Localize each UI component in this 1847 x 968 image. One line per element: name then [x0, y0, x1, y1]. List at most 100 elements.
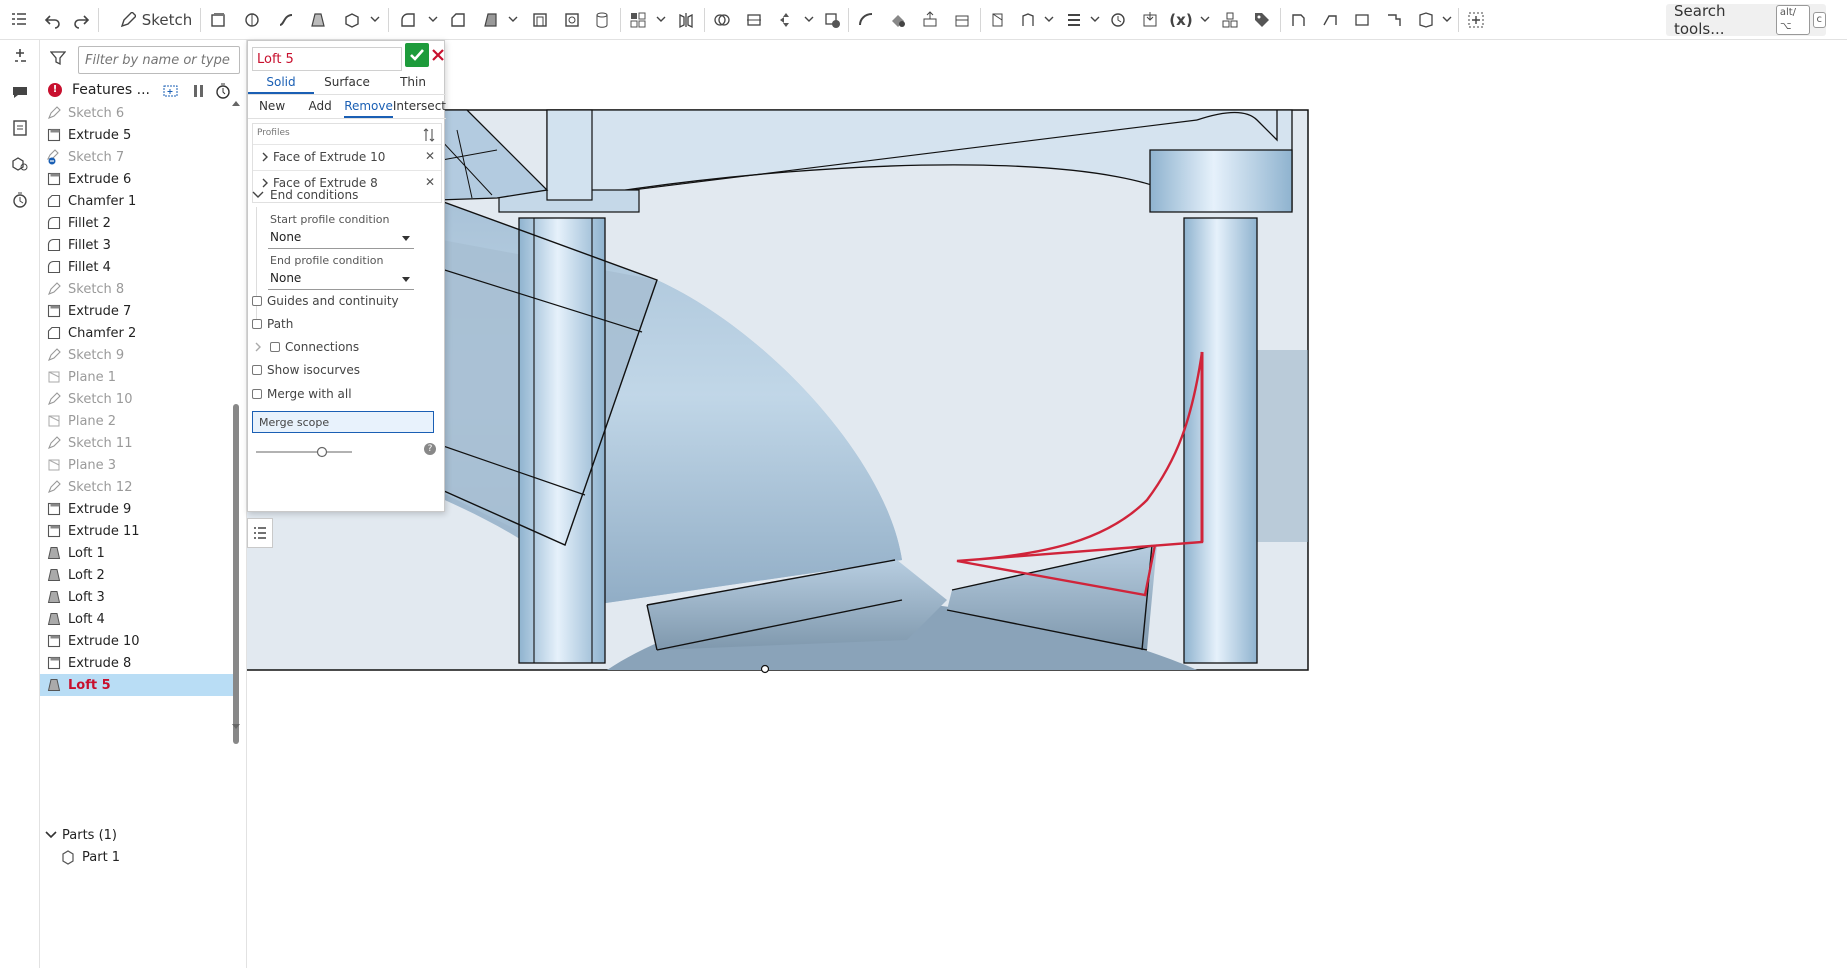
sheet-metal-icon[interactable] [1286, 6, 1310, 34]
thicken-icon[interactable] [340, 6, 364, 34]
chevron-down-icon[interactable] [1044, 14, 1054, 24]
reorder-icon[interactable] [423, 128, 435, 142]
feature-item[interactable]: Extrude 11 [40, 520, 236, 542]
stopwatch-icon[interactable] [214, 82, 232, 100]
feature-item[interactable]: Loft 4 [40, 608, 236, 630]
feature-item[interactable]: Fillet 3 [40, 234, 236, 256]
chevron-down-icon[interactable] [44, 828, 58, 842]
feature-item[interactable]: Plane 3 [40, 454, 236, 476]
redo-icon[interactable] [68, 6, 94, 34]
revolve-icon[interactable] [240, 6, 264, 34]
split-icon[interactable] [742, 6, 766, 34]
notes-icon[interactable] [8, 116, 32, 140]
feature-item[interactable]: Chamfer 1 [40, 190, 236, 212]
feature-item[interactable]: Sketch 10 [40, 388, 236, 410]
loft-icon[interactable] [306, 6, 330, 34]
feature-list-toggle-icon[interactable] [2, 6, 36, 34]
feature-list-side-tab[interactable] [247, 518, 273, 548]
slider[interactable] [256, 446, 352, 458]
chevron-down-icon[interactable] [804, 14, 814, 24]
graphics-viewport[interactable] [222, 40, 1847, 968]
end-conditions-toggle[interactable]: End conditions [252, 185, 358, 205]
tab-surface[interactable]: Surface [314, 71, 380, 94]
features-label[interactable]: Features ... [72, 82, 150, 98]
chevron-down-icon[interactable] [428, 14, 438, 24]
modify-fillet-icon[interactable] [854, 6, 878, 34]
feature-item[interactable]: Fillet 2 [40, 212, 236, 234]
chevron-down-icon[interactable] [656, 14, 666, 24]
move-face-icon[interactable] [918, 6, 942, 34]
chevron-right-icon[interactable] [254, 342, 262, 352]
feature-item[interactable]: Sketch 7 [40, 146, 236, 168]
guides-checkbox-row[interactable]: Guides and continuity [252, 291, 399, 311]
guides-checkbox[interactable] [252, 296, 262, 306]
feature-item[interactable]: Sketch 8 [40, 278, 236, 300]
mate-connector-icon[interactable] [1016, 6, 1040, 34]
chevron-right-icon[interactable] [261, 152, 269, 162]
feature-item[interactable]: Extrude 6 [40, 168, 236, 190]
draft-icon[interactable] [478, 6, 502, 34]
feature-item[interactable]: Plane 1 [40, 366, 236, 388]
sketch-button[interactable]: Sketch [118, 6, 194, 34]
fillet-icon[interactable] [396, 6, 420, 34]
transform-icon[interactable] [774, 6, 798, 34]
flat-view-icon[interactable] [1414, 6, 1438, 34]
filter-input[interactable] [78, 46, 240, 74]
remove-profile-icon[interactable]: ✕ [425, 149, 435, 163]
hole-icon[interactable] [560, 6, 584, 34]
boolean-icon[interactable] [710, 6, 734, 34]
add-custom-feature-icon[interactable] [1464, 6, 1488, 34]
delete-face-icon[interactable] [886, 6, 910, 34]
feature-item[interactable]: Sketch 11 [40, 432, 236, 454]
feature-item[interactable]: Fillet 4 [40, 256, 236, 278]
merge-all-checkbox[interactable] [252, 389, 262, 399]
feature-item[interactable]: Extrude 10 [40, 630, 236, 652]
warning-icon[interactable]: ! [48, 83, 62, 97]
tab-add[interactable]: Add [296, 95, 344, 118]
shell-icon[interactable] [528, 6, 552, 34]
custom-features-icon[interactable] [1218, 6, 1242, 34]
feature-item[interactable]: Extrude 5 [40, 124, 236, 146]
chevron-down-icon[interactable] [370, 14, 380, 24]
comments-icon[interactable] [8, 80, 32, 104]
tab-solid[interactable]: Solid [248, 71, 314, 94]
merge-all-checkbox-row[interactable]: Merge with all [252, 384, 352, 404]
scroll-up-icon[interactable] [232, 100, 240, 108]
feature-item[interactable]: Extrude 7 [40, 300, 236, 322]
mirror-icon[interactable] [674, 6, 698, 34]
tab-icon[interactable] [1350, 6, 1374, 34]
feature-item[interactable]: Loft 5 [40, 674, 236, 696]
start-profile-select[interactable]: None [268, 227, 414, 249]
cylinder-icon[interactable] [590, 6, 614, 34]
feature-item[interactable]: Sketch 9 [40, 344, 236, 366]
chevron-down-icon[interactable] [1442, 14, 1452, 24]
parts-header[interactable]: Parts (1) [40, 824, 117, 846]
delete-part-icon[interactable] [820, 6, 844, 34]
tab-thin[interactable]: Thin [380, 71, 446, 94]
add-folder-icon[interactable] [162, 82, 180, 100]
history-icon[interactable] [8, 188, 32, 212]
end-profile-select[interactable]: None [268, 268, 414, 290]
filter-icon[interactable] [50, 50, 66, 66]
replace-face-icon[interactable] [950, 6, 974, 34]
tab-new[interactable]: New [248, 95, 296, 118]
part-item[interactable]: Part 1 [56, 846, 120, 868]
feature-item[interactable]: Loft 1 [40, 542, 236, 564]
connections-checkbox[interactable] [270, 342, 280, 352]
sweep-icon[interactable] [274, 6, 298, 34]
feature-item[interactable]: Sketch 6 [40, 102, 236, 124]
isocurves-checkbox-row[interactable]: Show isocurves [252, 360, 360, 380]
plane-icon[interactable] [986, 6, 1010, 34]
feature-name-input[interactable]: Loft 5 [252, 47, 402, 71]
pattern-icon[interactable] [626, 6, 650, 34]
scroll-down-icon[interactable] [232, 722, 240, 730]
feature-item[interactable]: Chamfer 2 [40, 322, 236, 344]
merge-scope-field[interactable]: Merge scope [252, 411, 434, 433]
rollback-icon[interactable] [1106, 6, 1130, 34]
feature-item[interactable]: Loft 3 [40, 586, 236, 608]
bend-icon[interactable] [1382, 6, 1406, 34]
insert-icon[interactable] [8, 44, 32, 68]
cancel-button[interactable] [430, 43, 446, 67]
extrude-icon[interactable] [206, 6, 230, 34]
variable-icon[interactable]: (x) [1166, 6, 1196, 34]
